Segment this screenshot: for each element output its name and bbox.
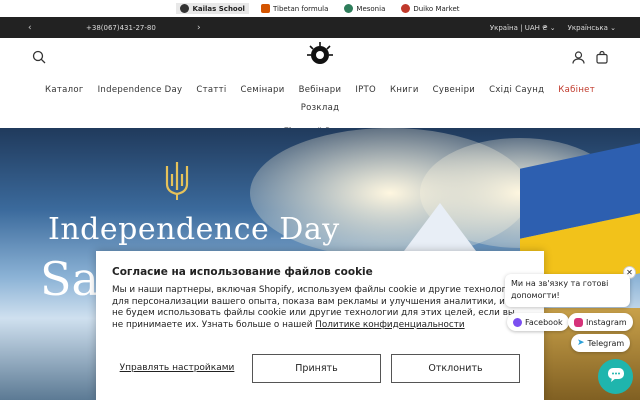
- hero-title: Independence Day: [48, 212, 340, 247]
- chevron-left-icon[interactable]: ‹: [28, 23, 32, 33]
- site-label: Mesonia: [356, 4, 386, 13]
- telegram-label: Telegram: [587, 338, 625, 348]
- instagram-chat-button[interactable]: Instagram: [568, 313, 633, 331]
- nav-item-souvenirs[interactable]: Сувеніри: [426, 81, 482, 99]
- mesonia-icon: [344, 4, 354, 13]
- language-label: Українська: [567, 23, 608, 32]
- account-icon[interactable]: [572, 49, 585, 68]
- site-header: [0, 38, 640, 74]
- language-selector[interactable]: Українська ⌄: [568, 24, 616, 32]
- chat-greeting: Ми на зв'язку та готові допомогти!: [505, 274, 630, 307]
- site-label: Duiko Market: [413, 4, 460, 13]
- instagram-label: Instagram: [586, 317, 627, 327]
- chevron-down-icon: ⌄: [610, 23, 616, 32]
- site-link-mesonia[interactable]: Mesonia: [340, 3, 389, 14]
- decline-button[interactable]: Отклонить: [391, 354, 520, 383]
- chevron-down-icon: ⌄: [549, 23, 556, 32]
- nav-item-eastern-sound[interactable]: Східі Саунд: [482, 81, 551, 99]
- site-switcher-bar: Kailas School Tibetan formula Mesonia Du…: [0, 0, 640, 17]
- chevron-right-icon[interactable]: ›: [197, 23, 201, 33]
- nav-item-catalog[interactable]: Каталог: [38, 81, 91, 99]
- accept-button[interactable]: Принять: [252, 354, 381, 383]
- site-label: Tibetan formula: [272, 4, 329, 13]
- site-logo[interactable]: [306, 41, 334, 69]
- nav-item-schedule[interactable]: Розклад: [294, 99, 347, 117]
- site-link-tibetan-formula[interactable]: Tibetan formula: [257, 3, 332, 14]
- country-selector[interactable]: Україна | UAH ₴ ⌄: [490, 24, 556, 32]
- messenger-icon: [513, 317, 522, 327]
- nav-item-independence-day[interactable]: Independence Day: [91, 81, 190, 99]
- nav-item-seminars[interactable]: Семінари: [234, 81, 292, 99]
- hero-subtitle: Sa: [40, 252, 99, 306]
- duiko-icon: [401, 4, 411, 13]
- trident-icon: [163, 160, 191, 202]
- country-label: Україна | UAH ₴: [489, 23, 548, 32]
- site-label: Kailas School: [192, 4, 245, 13]
- search-icon[interactable]: [32, 49, 46, 68]
- nav-item-books[interactable]: Книги: [383, 81, 426, 99]
- cart-icon[interactable]: [596, 49, 608, 68]
- cookie-body: Мы и наши партнеры, включая Shopify, исп…: [112, 285, 528, 331]
- phone-number[interactable]: +38(067)431-27-80: [86, 24, 156, 32]
- announcement-bar: ‹ +38(067)431-27-80 › Україна | UAH ₴ ⌄ …: [0, 17, 640, 38]
- tibetan-formula-icon: [260, 4, 270, 13]
- facebook-label: Facebook: [525, 317, 563, 327]
- telegram-icon: ➤: [577, 338, 585, 348]
- instagram-icon: [574, 317, 583, 327]
- facebook-chat-button[interactable]: Facebook: [507, 313, 569, 331]
- nav-item-irto[interactable]: ІРТО: [348, 81, 383, 99]
- main-nav: Каталог Independence Day Статті Семінари…: [0, 81, 640, 117]
- nav-item-cabinet[interactable]: Кабінет: [551, 81, 602, 99]
- site-link-kailas[interactable]: Kailas School: [176, 3, 249, 14]
- chat-bubble-icon: [607, 367, 625, 387]
- kailas-logo-icon: [180, 4, 190, 13]
- site-link-duiko[interactable]: Duiko Market: [397, 3, 463, 14]
- cookie-consent-dialog: Согласие на использование файлов cookie …: [96, 251, 544, 400]
- nav-item-webinars[interactable]: Вебінари: [292, 81, 349, 99]
- nav-item-articles[interactable]: Статті: [189, 81, 233, 99]
- chat-open-button[interactable]: [598, 359, 633, 394]
- cookie-heading: Согласие на использование файлов cookie: [112, 266, 373, 278]
- privacy-policy-link[interactable]: Политике конфиденциальности: [315, 320, 464, 330]
- manage-preferences-link[interactable]: Управлять настройками: [112, 363, 242, 374]
- telegram-chat-button[interactable]: ➤ Telegram: [571, 334, 631, 352]
